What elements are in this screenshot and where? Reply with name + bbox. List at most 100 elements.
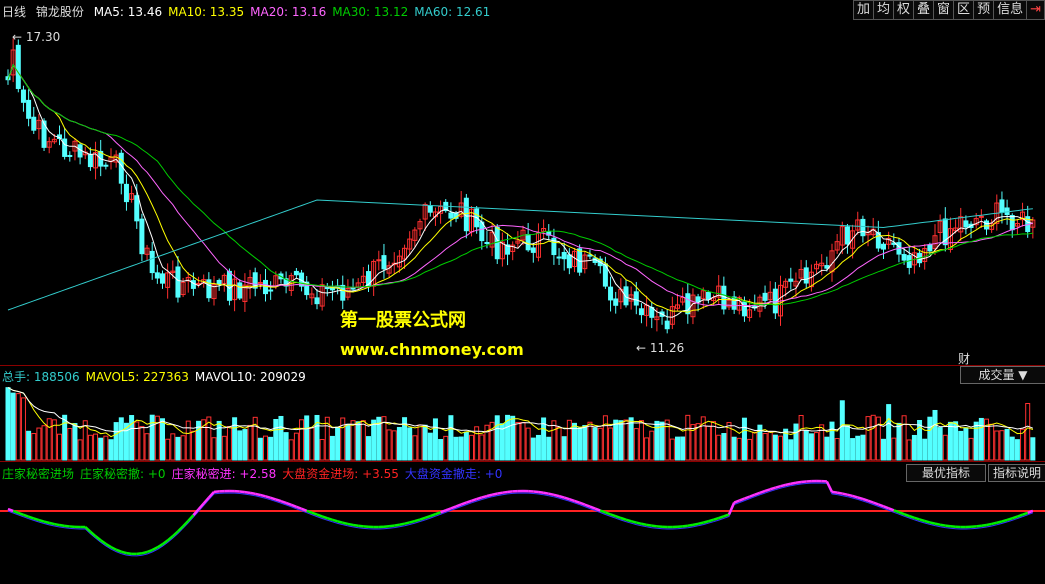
volume-bar <box>273 418 279 461</box>
indicator-segment <box>1006 517 1013 522</box>
volume-bar <box>711 421 717 461</box>
indicator-segment <box>996 520 1003 524</box>
volume-bar <box>525 427 531 461</box>
volume-bar <box>113 422 119 461</box>
volume-bar <box>649 430 655 461</box>
indicator-segment <box>898 511 905 516</box>
indicator-segment <box>89 530 97 538</box>
volume-bar <box>582 425 588 461</box>
volume-bar <box>633 428 639 461</box>
indicator-segment <box>589 505 596 510</box>
indicator-segment <box>800 480 807 484</box>
volume-bar <box>917 420 923 461</box>
indicator-segment <box>388 524 395 528</box>
candle-body <box>963 220 969 228</box>
ma20-line <box>7 63 1034 307</box>
volume-bar <box>613 419 619 461</box>
indicator-segment <box>702 520 709 524</box>
volume-bar <box>474 426 480 461</box>
indicator-help-button[interactable]: 指标说明 <box>988 464 1045 482</box>
volume-bar <box>881 438 886 461</box>
indicator-segment <box>727 502 736 515</box>
high-price-label: 17.30 <box>25 30 61 44</box>
volume-bar <box>875 416 881 461</box>
volume-bar <box>886 404 892 461</box>
indicator-segment <box>244 490 251 495</box>
volume-bar <box>391 430 397 461</box>
volume-bar <box>299 419 305 461</box>
volume-bar <box>98 437 104 461</box>
volume-bar <box>798 414 804 461</box>
volume-bar <box>175 436 181 461</box>
candle-body <box>525 233 531 251</box>
indicator-segment <box>265 495 271 499</box>
watermark-title: 第一股票公式网 <box>340 310 466 331</box>
indicator-select[interactable]: 成交量 ▼ <box>960 366 1045 384</box>
volume-bar <box>762 433 768 461</box>
volume-bar <box>129 415 135 461</box>
indicator-segment <box>254 492 261 497</box>
panel-divider <box>0 461 1045 462</box>
indicator-segment <box>38 518 45 523</box>
indicator-segment <box>141 550 148 555</box>
candle-body <box>160 273 165 284</box>
candle-body <box>62 138 68 157</box>
volume-bar <box>417 424 423 461</box>
volume-bar <box>968 437 974 461</box>
volume-bar <box>108 439 114 461</box>
volume-bar <box>741 417 747 461</box>
indicator-segment <box>43 520 50 525</box>
volume-bar <box>747 438 753 461</box>
best-indicator-button[interactable]: 最优指标 <box>906 464 986 482</box>
candle-body <box>860 218 866 237</box>
candle-body <box>448 212 454 219</box>
candle-body <box>556 256 562 259</box>
indicator-segment <box>502 490 508 494</box>
candle-body <box>314 297 320 305</box>
candle-body <box>613 298 619 306</box>
indicator-segment <box>126 551 132 556</box>
candle-body <box>608 286 614 301</box>
volume-bar <box>644 437 650 461</box>
indicator-segment <box>872 501 879 506</box>
volume-bar <box>309 427 315 461</box>
indicator-segment <box>358 524 364 528</box>
candle-body <box>226 270 232 301</box>
indicator-segment <box>563 496 570 501</box>
volume-bar <box>659 421 665 461</box>
indicator-segment <box>486 493 493 498</box>
volume-bar <box>808 433 814 461</box>
volume-bar <box>20 397 26 461</box>
volume-bar <box>345 423 351 461</box>
indicator-segment <box>775 484 781 489</box>
volume-bar <box>453 436 459 461</box>
indicator-segment <box>311 511 318 516</box>
volume-bar <box>407 427 413 461</box>
indicator-segment <box>713 516 720 521</box>
volume-bar <box>566 419 572 461</box>
candle-body <box>67 154 73 157</box>
indicator-select-label: 成交量 <box>978 368 1015 382</box>
chevron-down-icon: ▼ <box>1018 368 1028 382</box>
indicator-segment <box>620 516 627 521</box>
indicator-segment <box>759 489 766 494</box>
volume-bar <box>242 429 248 461</box>
candle-body <box>381 255 387 270</box>
volume-bar <box>93 433 99 461</box>
indicator-segment <box>976 524 982 528</box>
indicator-segment <box>171 530 179 538</box>
indicator-segment <box>394 523 400 527</box>
volume-bar <box>257 437 263 461</box>
volume-bar <box>5 387 11 461</box>
indicator-segment <box>295 505 302 510</box>
indicator-segment <box>332 518 338 523</box>
volume-bar <box>185 420 191 461</box>
volume-bar <box>62 414 68 461</box>
indicator-segment <box>867 499 874 504</box>
indicator-segment <box>981 523 987 528</box>
volume-bar <box>963 427 969 461</box>
volume-bar <box>546 436 552 461</box>
indicator-segment <box>929 521 936 525</box>
indicator-segment <box>435 511 442 516</box>
volume-bar <box>180 435 186 461</box>
